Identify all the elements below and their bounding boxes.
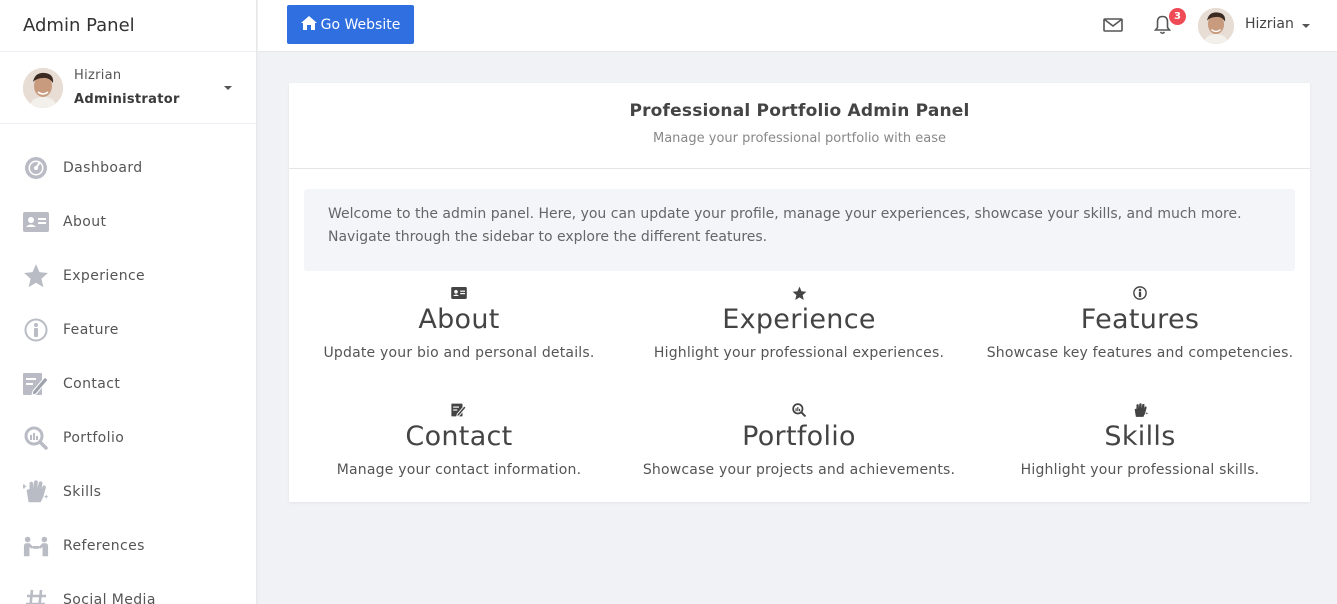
feature-card-features: Features Showcase key features and compe… (970, 284, 1310, 361)
edit-contact-icon (23, 371, 49, 397)
feature-title: Experience (722, 304, 876, 335)
go-website-button[interactable]: Go Website (287, 5, 414, 44)
top-user-name[interactable]: Hizrian (1245, 16, 1294, 32)
top-user-avatar[interactable] (1198, 8, 1234, 44)
home-icon (300, 15, 317, 34)
sidebar-item-references[interactable]: References (0, 519, 256, 573)
sidebar-item-feature[interactable]: Feature (0, 303, 256, 357)
card-header: Professional Portfolio Admin Panel Manag… (289, 83, 1310, 169)
mail-icon[interactable] (1103, 17, 1123, 37)
sidebar-user-menu[interactable]: Hizrian Administrator (0, 52, 256, 124)
star-icon (23, 263, 49, 289)
people-handshake-icon (23, 533, 49, 559)
top-navbar: Go Website 3 Hizrian (258, 0, 1337, 52)
sidebar-item-social-media[interactable]: Social Media (0, 573, 256, 604)
notification-count-badge: 3 (1169, 8, 1186, 25)
sidebar-item-label: Experience (63, 268, 146, 284)
sidebar-nav: Dashboard About Experience Feature Conta… (0, 124, 256, 604)
feature-title: Portfolio (742, 421, 856, 452)
sidebar-item-contact[interactable]: Contact (0, 357, 256, 411)
sidebar: Admin Panel Hizrian Administrator Dashbo… (0, 0, 257, 604)
sidebar-item-label: References (63, 538, 145, 554)
sidebar-item-label: Portfolio (63, 430, 125, 446)
sidebar-item-about[interactable]: About (0, 195, 256, 249)
feature-card-contact: Contact Manage your contact information. (289, 401, 629, 478)
sidebar-item-skills[interactable]: Skills (0, 465, 256, 519)
sidebar-user-role: Administrator (74, 91, 180, 107)
search-chart-icon (629, 401, 969, 419)
feature-card-skills: Skills Highlight your professional skill… (970, 401, 1310, 478)
search-chart-icon (23, 425, 49, 451)
feature-description: Showcase your projects and achievements. (642, 462, 956, 478)
page-title: Professional Portfolio Admin Panel (629, 101, 970, 121)
sidebar-user-name: Hizrian (74, 67, 122, 83)
dashboard-card: Professional Portfolio Admin Panel Manag… (289, 83, 1310, 502)
id-card-icon (23, 209, 49, 235)
feature-card-portfolio: Portfolio Showcase your projects and ach… (629, 401, 969, 478)
info-circle-icon (970, 284, 1310, 302)
feature-description: Highlight your professional experiences. (653, 345, 945, 361)
page-subtitle: Manage your professional portfolio with … (653, 131, 946, 146)
sidebar-item-portfolio[interactable]: Portfolio (0, 411, 256, 465)
sidebar-item-dashboard[interactable]: Dashboard (0, 141, 256, 195)
hand-sparkle-icon (970, 401, 1310, 419)
feature-title: Contact (405, 421, 513, 452)
sidebar-item-label: About (63, 214, 107, 230)
feature-title: Features (1080, 304, 1200, 335)
feature-description: Showcase key features and competencies. (986, 345, 1294, 361)
chevron-down-icon[interactable] (1302, 24, 1310, 28)
sidebar-item-label: Dashboard (63, 160, 143, 176)
go-website-label: Go Website (320, 16, 401, 33)
feature-title: About (418, 304, 500, 335)
edit-contact-icon (289, 401, 629, 419)
sidebar-item-label: Skills (63, 484, 102, 500)
welcome-message: Welcome to the admin panel. Here, you ca… (304, 189, 1295, 271)
info-circle-icon (23, 317, 49, 343)
hand-sparkle-icon (23, 479, 49, 505)
feature-title: Skills (1104, 421, 1176, 452)
dashboard-gauge-icon (23, 155, 49, 181)
brand-title: Admin Panel (0, 0, 256, 52)
avatar (23, 67, 63, 108)
hashtag-icon (23, 587, 49, 604)
feature-card-about: About Update your bio and personal detai… (289, 284, 629, 361)
feature-card-experience: Experience Highlight your professional e… (629, 284, 969, 361)
id-card-icon (289, 284, 629, 302)
chevron-down-icon[interactable] (224, 86, 232, 90)
sidebar-item-label: Contact (63, 376, 121, 392)
star-icon (629, 284, 969, 302)
sidebar-item-label: Feature (63, 322, 119, 338)
feature-description: Manage your contact information. (336, 462, 582, 478)
feature-description: Highlight your professional skills. (1020, 462, 1260, 478)
sidebar-item-label: Social Media (63, 592, 156, 604)
feature-description: Update your bio and personal details. (323, 345, 595, 361)
sidebar-item-experience[interactable]: Experience (0, 249, 256, 303)
